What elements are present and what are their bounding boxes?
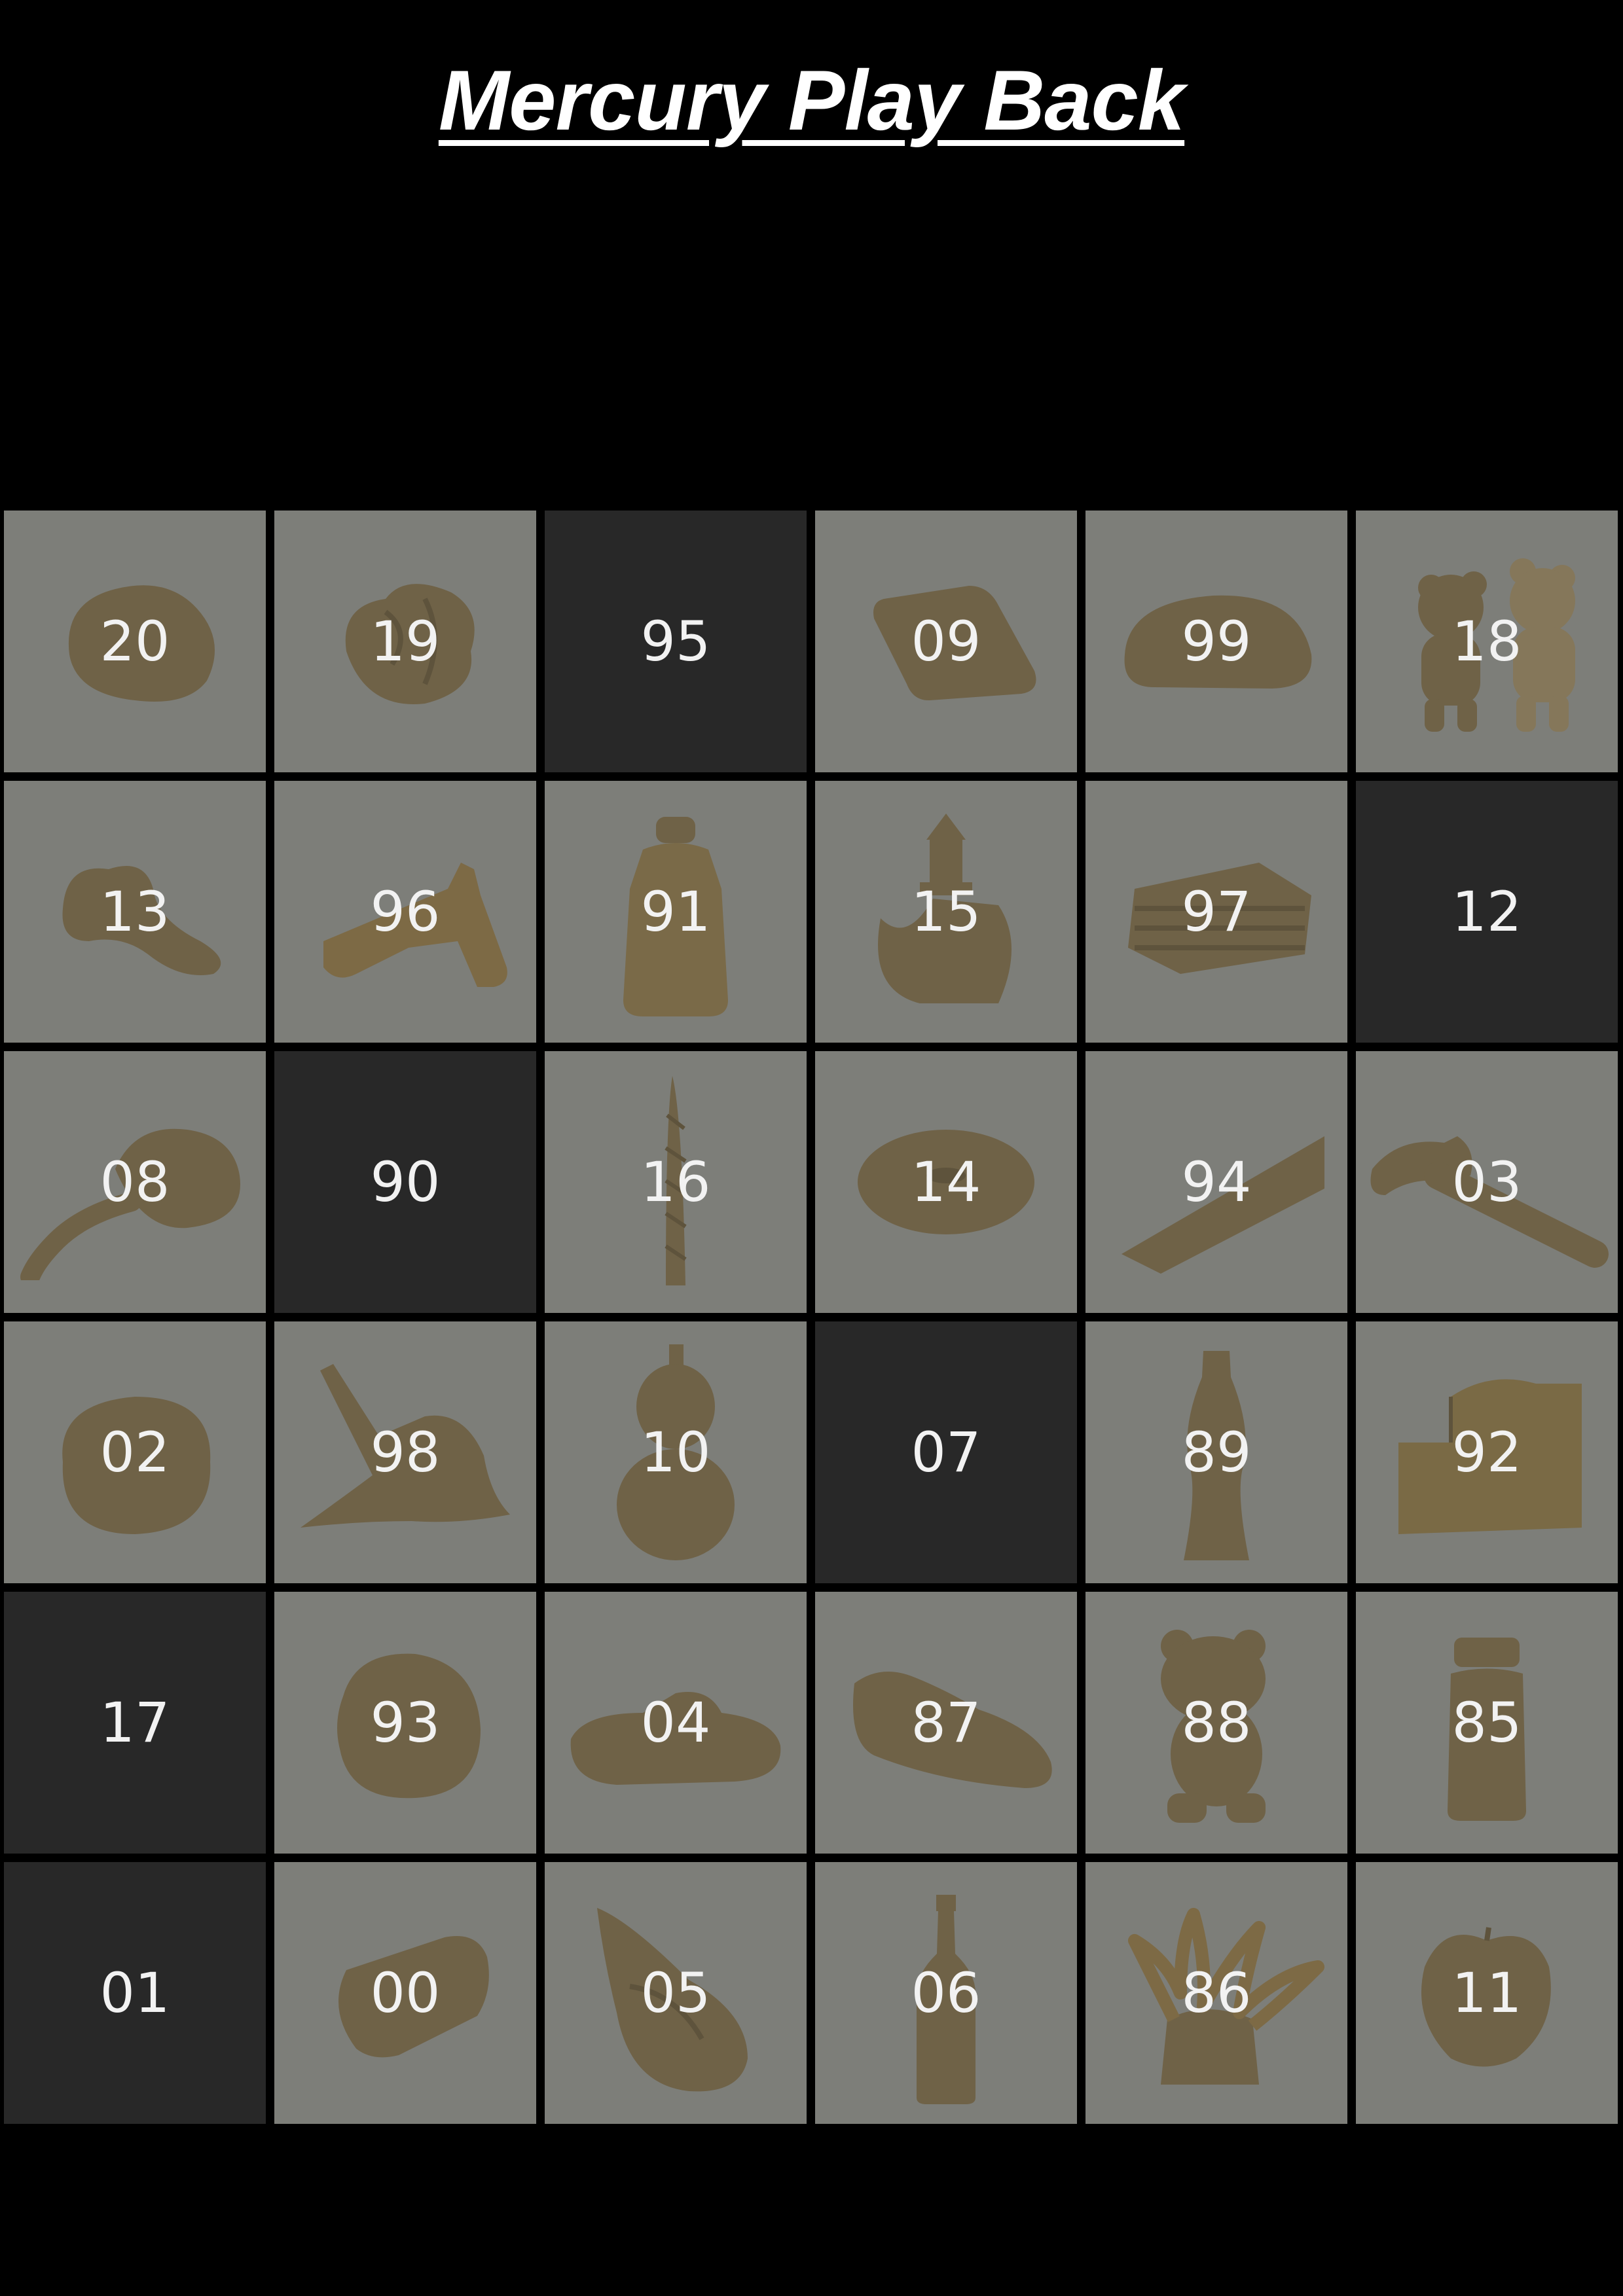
tile-label: 00 [370, 1961, 441, 2025]
tile-label: 06 [911, 1961, 981, 2025]
tile-label: 94 [1181, 1150, 1252, 1214]
tile-label: 18 [1451, 609, 1522, 673]
tile-01[interactable]: 01 [4, 1862, 266, 2124]
tile-label: 01 [100, 1961, 170, 2025]
tile-03[interactable]: 03 [1356, 1051, 1618, 1313]
tile-label: 09 [911, 609, 981, 673]
tile-label: 03 [1451, 1150, 1522, 1214]
tile-label: 96 [370, 880, 441, 944]
tile-90[interactable]: 90 [274, 1051, 536, 1313]
tile-label: 13 [100, 880, 170, 944]
tile-00[interactable]: 00 [274, 1862, 536, 2124]
tile-label: 95 [640, 609, 711, 673]
tile-14[interactable]: 14 [815, 1051, 1077, 1313]
tile-grid: 20 19 95 09 99 18 13 96 91 15 97 12 08 90 16 14 94 03 02 98… [4, 511, 1618, 2124]
tile-19[interactable]: 19 [274, 511, 536, 772]
tile-15[interactable]: 15 [815, 781, 1077, 1043]
tile-85[interactable]: 85 [1356, 1592, 1618, 1854]
tile-95[interactable]: 95 [545, 511, 807, 772]
tile-label: 93 [370, 1691, 441, 1755]
tile-label: 88 [1181, 1691, 1252, 1755]
tile-label: 11 [1451, 1961, 1522, 2025]
tile-99[interactable]: 99 [1085, 511, 1347, 772]
tile-label: 90 [370, 1150, 441, 1214]
tile-label: 91 [640, 880, 711, 944]
tile-11[interactable]: 11 [1356, 1862, 1618, 2124]
page-title: Mercury Play Back [438, 52, 1185, 148]
tile-97[interactable]: 97 [1085, 781, 1347, 1043]
tile-12[interactable]: 12 [1356, 781, 1618, 1043]
tile-04[interactable]: 04 [545, 1592, 807, 1854]
tile-17[interactable]: 17 [4, 1592, 266, 1854]
tile-label: 85 [1451, 1691, 1522, 1755]
tile-label: 12 [1451, 880, 1522, 944]
tile-label: 19 [370, 609, 441, 673]
tile-87[interactable]: 87 [815, 1592, 1077, 1854]
tile-96[interactable]: 96 [274, 781, 536, 1043]
tile-label: 98 [370, 1420, 441, 1484]
tile-label: 20 [100, 609, 170, 673]
tile-label: 17 [100, 1691, 170, 1755]
tile-07[interactable]: 07 [815, 1321, 1077, 1583]
tile-label: 86 [1181, 1961, 1252, 2025]
tile-06[interactable]: 06 [815, 1862, 1077, 2124]
tile-98[interactable]: 98 [274, 1321, 536, 1583]
tile-91[interactable]: 91 [545, 781, 807, 1043]
tile-18[interactable]: 18 [1356, 511, 1618, 772]
tile-label: 92 [1451, 1420, 1522, 1484]
tile-label: 04 [640, 1691, 711, 1755]
tile-09[interactable]: 09 [815, 511, 1077, 772]
tile-13[interactable]: 13 [4, 781, 266, 1043]
tile-16[interactable]: 16 [545, 1051, 807, 1313]
tile-94[interactable]: 94 [1085, 1051, 1347, 1313]
tile-label: 16 [640, 1150, 711, 1214]
tile-label: 89 [1181, 1420, 1252, 1484]
tile-label: 15 [911, 880, 981, 944]
tile-88[interactable]: 88 [1085, 1592, 1347, 1854]
tile-label: 05 [640, 1961, 711, 2025]
tile-86[interactable]: 86 [1085, 1862, 1347, 2124]
tile-10[interactable]: 10 [545, 1321, 807, 1583]
tile-label: 08 [100, 1150, 170, 1214]
tile-93[interactable]: 93 [274, 1592, 536, 1854]
tile-20[interactable]: 20 [4, 511, 266, 772]
tile-label: 97 [1181, 880, 1252, 944]
tile-label: 99 [1181, 609, 1252, 673]
tile-label: 87 [911, 1691, 981, 1755]
tile-05[interactable]: 05 [545, 1862, 807, 2124]
tile-02[interactable]: 02 [4, 1321, 266, 1583]
tile-08[interactable]: 08 [4, 1051, 266, 1313]
tile-label: 10 [640, 1420, 711, 1484]
tile-label: 02 [100, 1420, 170, 1484]
tile-89[interactable]: 89 [1085, 1321, 1347, 1583]
tile-label: 07 [911, 1420, 981, 1484]
tile-92[interactable]: 92 [1356, 1321, 1618, 1583]
tile-label: 14 [911, 1150, 981, 1214]
